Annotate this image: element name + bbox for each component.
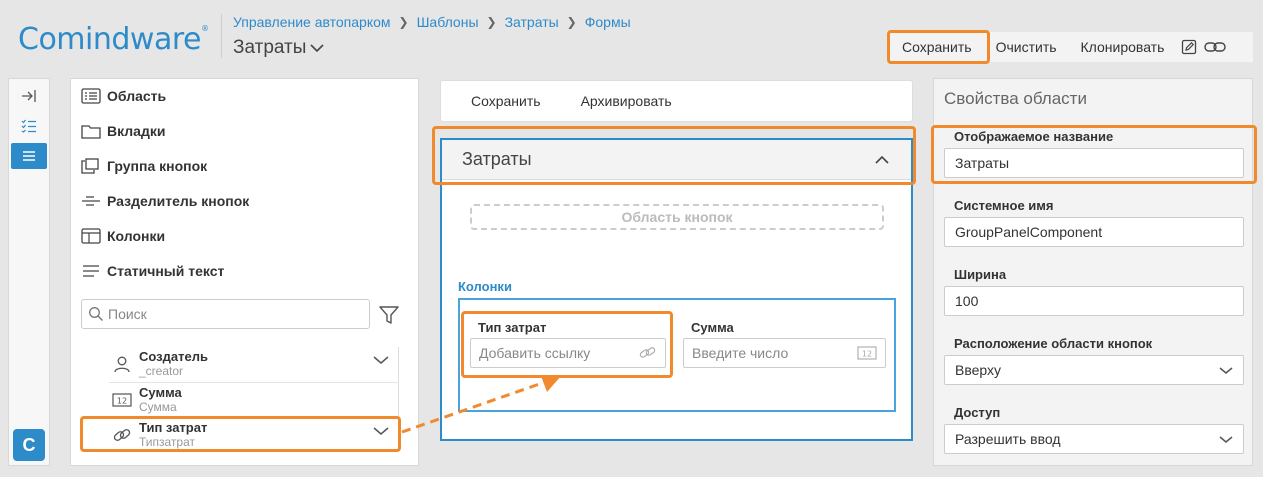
page-title[interactable]: Затраты <box>233 37 324 59</box>
attribute-name: Сумма <box>139 385 182 400</box>
checklist-icon[interactable] <box>11 113 47 139</box>
archive-button[interactable]: Архивировать <box>581 93 672 109</box>
breadcrumb-item[interactable]: Шаблоны <box>417 14 479 30</box>
collapse-panel-icon[interactable] <box>11 83 47 109</box>
width-input[interactable]: 100 <box>944 286 1244 316</box>
display-name-label: Отображаемое название <box>954 129 1114 144</box>
breadcrumb: Управление автопарком ❯ Шаблоны ❯ Затрат… <box>233 14 631 30</box>
chevron-down-icon <box>1219 435 1233 443</box>
chevron-right-icon: ❯ <box>486 15 497 29</box>
attribute-system-name: _creator <box>139 364 184 378</box>
component-button-group[interactable]: Группа кнопок <box>81 158 207 174</box>
link-icon[interactable] <box>1202 32 1228 62</box>
component-tabs[interactable]: Вкладки <box>81 123 165 139</box>
button-area-position-label: Расположение области кнопок <box>954 336 1153 351</box>
header-divider <box>221 14 222 58</box>
display-name-input[interactable]: Затраты <box>944 148 1244 178</box>
cost-type-input[interactable]: Добавить ссылку <box>470 338 666 368</box>
components-list-icon[interactable] <box>11 143 47 169</box>
logo: Comindware® <box>18 22 209 57</box>
save-button[interactable]: Сохранить <box>890 32 984 62</box>
system-name-input[interactable]: GroupPanelComponent <box>944 217 1244 247</box>
access-select[interactable]: Разрешить ввод <box>944 424 1244 454</box>
width-label: Ширина <box>954 267 1007 282</box>
form-toolbar: Сохранить Архивировать <box>440 80 913 122</box>
chevron-down-icon <box>310 44 324 53</box>
attribute-list: Создатель _creator 12 Сумма Сумма Тип за… <box>81 347 399 451</box>
field-label: Сумма <box>691 320 734 335</box>
field-placeholder: Введите число <box>692 345 789 361</box>
search-icon <box>89 307 103 321</box>
chevron-right-icon: ❯ <box>566 15 577 29</box>
component-columns[interactable]: Колонки <box>81 228 165 244</box>
edit-icon[interactable] <box>1176 32 1202 62</box>
search-input[interactable]: Поиск <box>81 299 370 329</box>
attribute-name: Тип затрат <box>139 420 208 435</box>
component-area[interactable]: Область <box>81 88 166 104</box>
group-panel-header[interactable]: Затраты <box>442 140 911 180</box>
field-placeholder: Добавить ссылку <box>479 345 591 361</box>
chevron-right-icon: ❯ <box>398 15 409 29</box>
clone-button[interactable]: Клонировать <box>1069 32 1177 62</box>
page-title-text: Затраты <box>233 37 307 58</box>
access-label: Доступ <box>954 405 1001 420</box>
tabs-icon <box>81 125 101 139</box>
system-name-label: Системное имя <box>954 198 1054 213</box>
columns-container[interactable]: Тип затрат Добавить ссылку Сумма Введите… <box>458 298 896 412</box>
svg-text:12: 12 <box>117 397 127 406</box>
attribute-system-name: Сумма <box>139 400 177 414</box>
link-icon <box>639 347 656 358</box>
properties-panel: Свойства области Отображаемое название З… <box>933 78 1253 466</box>
field-label: Тип затрат <box>478 320 547 335</box>
breadcrumb-item[interactable]: Управление автопарком <box>233 14 391 30</box>
amount-input[interactable]: Введите число 12 <box>683 338 886 368</box>
properties-title: Свойства области <box>944 89 1087 108</box>
clear-button[interactable]: Очистить <box>984 32 1069 62</box>
search-placeholder: Поиск <box>108 306 147 322</box>
page-toolbar: Сохранить Очистить Клонировать <box>890 32 1253 62</box>
filter-icon[interactable] <box>378 304 400 326</box>
button-group-icon <box>81 158 99 174</box>
list-item[interactable]: Создатель _creator <box>81 347 399 381</box>
svg-text:12: 12 <box>862 350 872 359</box>
text-lines-icon <box>83 265 99 277</box>
number-icon: 12 <box>857 346 877 360</box>
form-save-button[interactable]: Сохранить <box>471 93 541 109</box>
attribute-name: Создатель <box>139 349 208 364</box>
area-icon <box>81 88 101 104</box>
attribute-system-name: Типзатрат <box>139 435 195 449</box>
group-title: Затраты <box>462 149 532 169</box>
list-item[interactable]: Тип затрат Типзатрат <box>81 418 399 452</box>
link-icon <box>109 426 135 444</box>
columns-label: Колонки <box>458 279 512 294</box>
user-icon <box>109 355 135 373</box>
component-static-text[interactable]: Статичный текст <box>81 263 224 279</box>
app-header: Comindware® Управление автопарком ❯ Шабл… <box>0 0 1263 74</box>
button-area-dropzone[interactable]: Область кнопок <box>470 204 884 230</box>
list-item[interactable]: 12 Сумма Сумма <box>81 383 399 417</box>
button-area-position-select[interactable]: Вверху <box>944 355 1244 385</box>
columns-icon <box>81 228 101 244</box>
chevron-down-icon <box>1219 366 1233 374</box>
chevron-up-icon[interactable] <box>875 155 889 165</box>
comindware-c-icon[interactable]: C <box>13 429 45 461</box>
breadcrumb-item[interactable]: Формы <box>585 14 631 30</box>
components-panel: Область Вкладки Группа кнопок Разделител… <box>70 78 419 466</box>
number-icon: 12 <box>109 393 135 407</box>
separator-icon <box>82 196 100 206</box>
left-rail: C <box>8 78 50 466</box>
chevron-down-icon[interactable] <box>373 355 389 365</box>
form-canvas: Затраты Область кнопок Колонки Тип затра… <box>440 138 913 441</box>
breadcrumb-item[interactable]: Затраты <box>505 14 559 30</box>
component-button-separator[interactable]: Разделитель кнопок <box>81 193 249 209</box>
chevron-down-icon[interactable] <box>373 426 389 436</box>
